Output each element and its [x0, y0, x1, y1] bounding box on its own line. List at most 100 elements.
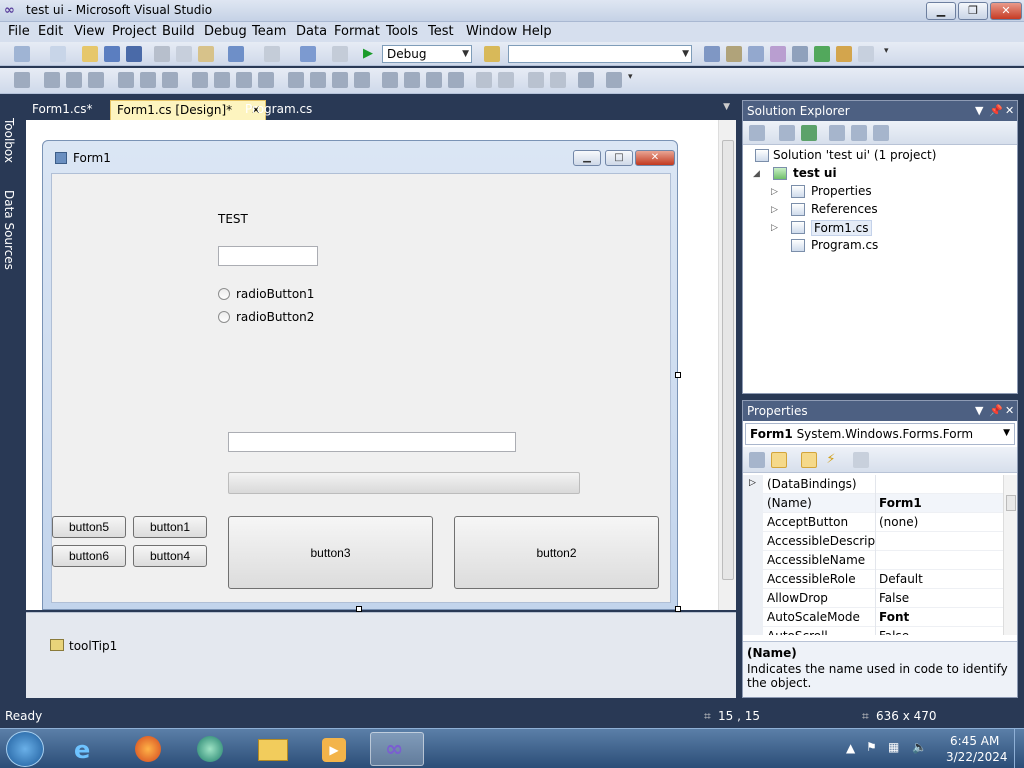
menu-format[interactable]: Format	[334, 24, 380, 39]
tab-order-icon[interactable]	[606, 72, 622, 88]
open-file-icon[interactable]	[82, 46, 98, 62]
properties-icon[interactable]	[749, 125, 765, 141]
toolbox-icon[interactable]	[770, 46, 786, 62]
make-horizontal-spacing-equal-icon[interactable]	[288, 72, 304, 88]
menu-help[interactable]: Help	[522, 24, 552, 39]
add-item-icon[interactable]	[50, 46, 66, 62]
make-same-height-icon[interactable]	[236, 72, 252, 88]
tab-form1-cs[interactable]: Form1.cs*	[26, 100, 99, 120]
solution-config-select[interactable]: Debug ▼	[382, 45, 472, 63]
action-center-flag-icon[interactable]: ⚑	[866, 740, 877, 754]
events-lightning-icon[interactable]: ⚡	[823, 452, 839, 468]
align-tops-icon[interactable]	[118, 72, 134, 88]
align-lefts-icon[interactable]	[44, 72, 60, 88]
properties-view-icon[interactable]	[801, 452, 817, 468]
decrease-vertical-spacing-icon[interactable]	[426, 72, 442, 88]
property-value[interactable]: False	[879, 591, 909, 605]
save-all-icon[interactable]	[126, 46, 142, 62]
menu-test[interactable]: Test	[428, 24, 454, 39]
expand-triangle-icon[interactable]: ◢	[753, 169, 760, 179]
view-code-icon[interactable]	[829, 125, 845, 141]
firefox-icon[interactable]	[122, 732, 176, 766]
expand-triangle-icon[interactable]: ▷	[743, 475, 763, 494]
property-row[interactable]: AccessibleName	[743, 551, 1003, 570]
remove-horizontal-spacing-icon[interactable]	[354, 72, 370, 88]
explorer-folder-icon[interactable]	[246, 732, 300, 766]
app-globe-icon[interactable]	[184, 732, 238, 766]
network-icon[interactable]: ▦	[888, 740, 899, 754]
align-bottoms-icon[interactable]	[162, 72, 178, 88]
increase-horizontal-spacing-icon[interactable]	[310, 72, 326, 88]
menu-view[interactable]: View	[74, 24, 105, 39]
make-same-size-icon[interactable]	[258, 72, 274, 88]
form-window[interactable]: Form1 ▁ □ ✕ TEST radioButton1 radioButto…	[42, 140, 678, 610]
menu-project[interactable]: Project	[112, 24, 156, 39]
align-to-grid-icon[interactable]	[14, 72, 30, 88]
close-button[interactable]: ✕	[990, 2, 1022, 20]
property-row[interactable]: ▷ (DataBindings)	[743, 475, 1003, 494]
progress-bar[interactable]	[228, 472, 580, 494]
menu-team[interactable]: Team	[252, 24, 286, 39]
scrollbar-thumb[interactable]	[722, 140, 734, 580]
collapse-triangle-icon[interactable]: ▷	[771, 187, 778, 197]
property-value[interactable]: (none)	[879, 515, 918, 529]
collapse-triangle-icon[interactable]: ▷	[771, 223, 778, 233]
restore-button[interactable]: ❐	[958, 2, 988, 20]
property-row[interactable]: AccessibleDescriptic	[743, 532, 1003, 551]
tab-program-cs[interactable]: Program.cs	[239, 100, 318, 120]
tree-item-references[interactable]: References	[811, 202, 878, 216]
center-horizontally-icon[interactable]	[476, 72, 492, 88]
property-value[interactable]: Form1	[879, 496, 922, 510]
button1[interactable]: button1	[133, 516, 207, 538]
pin-icon[interactable]: 📌	[989, 104, 1003, 117]
tooltip1-label[interactable]: toolTip1	[69, 639, 117, 653]
show-desktop-button[interactable]	[1014, 729, 1024, 768]
button4[interactable]: button4	[133, 545, 207, 567]
alphabetical-icon[interactable]	[771, 452, 787, 468]
property-row[interactable]: AutoScaleMode Font	[743, 608, 1003, 627]
center-vertically-icon[interactable]	[498, 72, 514, 88]
clock-time[interactable]: 6:45 AM	[950, 734, 999, 748]
start-page-icon[interactable]	[814, 46, 830, 62]
minimize-button[interactable]: ▁	[926, 2, 956, 20]
scrollbar-thumb[interactable]	[1006, 495, 1016, 511]
object-browser-icon[interactable]	[748, 46, 764, 62]
panel-menu-chevron-icon[interactable]: ▼	[975, 404, 983, 417]
menu-edit[interactable]: Edit	[38, 24, 63, 39]
cut-icon[interactable]	[154, 46, 170, 62]
make-vertical-spacing-equal-icon[interactable]	[382, 72, 398, 88]
refresh-icon[interactable]	[801, 125, 817, 141]
button6[interactable]: button6	[52, 545, 126, 567]
paste-icon[interactable]	[198, 46, 214, 62]
button2[interactable]: button2	[454, 516, 659, 589]
property-value[interactable]: Default	[879, 572, 923, 586]
resize-handle-right[interactable]	[675, 372, 681, 378]
start-button-icon[interactable]	[6, 731, 44, 767]
menu-data[interactable]: Data	[296, 24, 327, 39]
find-combo[interactable]: ▼	[508, 45, 692, 63]
menu-file[interactable]: File	[8, 24, 30, 39]
start-debugging-icon[interactable]: ▶	[360, 46, 376, 62]
form-client-area[interactable]: TEST radioButton1 radioButton2 button5 b…	[51, 173, 671, 603]
properties-window-icon[interactable]	[726, 46, 742, 62]
textbox-2[interactable]	[228, 432, 516, 452]
new-project-icon[interactable]	[14, 46, 30, 62]
tools-icon[interactable]	[792, 46, 808, 62]
collapse-triangle-icon[interactable]: ▷	[771, 205, 778, 215]
view-class-diagram-icon[interactable]	[873, 125, 889, 141]
save-icon[interactable]	[104, 46, 120, 62]
solution-explorer-icon[interactable]	[704, 46, 720, 62]
panel-menu-chevron-icon[interactable]: ▼	[975, 104, 983, 117]
property-row[interactable]: AccessibleRole Default	[743, 570, 1003, 589]
property-row[interactable]: AcceptButton (none)	[743, 513, 1003, 532]
object-selector[interactable]: Form1 System.Windows.Forms.Form ▼	[745, 423, 1015, 445]
decrease-horizontal-spacing-icon[interactable]	[332, 72, 348, 88]
undo-icon[interactable]	[228, 46, 244, 62]
tab-list-chevron-icon[interactable]: ▼	[723, 102, 730, 112]
property-row[interactable]: AutoScroll False	[743, 627, 1003, 635]
button5[interactable]: button5	[52, 516, 126, 538]
remove-vertical-spacing-icon[interactable]	[448, 72, 464, 88]
pin-icon[interactable]: 📌	[989, 404, 1003, 417]
solution-node[interactable]: Solution 'test ui' (1 project)	[773, 148, 936, 162]
toolbox-tab[interactable]: Toolbox	[2, 118, 16, 163]
